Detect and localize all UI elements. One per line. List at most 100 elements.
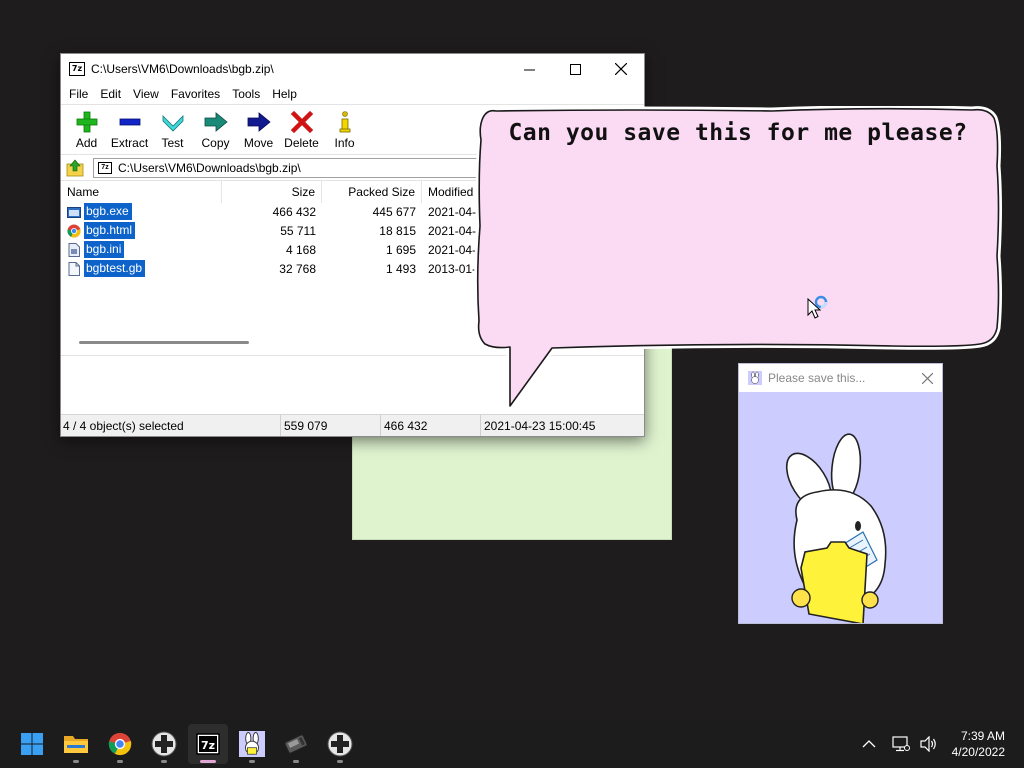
- file-packed-size: 1 695: [385, 242, 416, 257]
- bubble-message: Can you save this for me please?: [508, 120, 968, 146]
- minus-icon: [118, 110, 142, 134]
- taskbar-sevenzip[interactable]: 7z: [188, 724, 228, 764]
- menu-help[interactable]: Help: [266, 87, 303, 101]
- bunny-app-icon: [748, 371, 762, 385]
- system-tray: 7:39 AM 4/20/2022: [852, 720, 1024, 768]
- folder-up-button[interactable]: [65, 158, 85, 178]
- menu-file[interactable]: File: [63, 87, 94, 101]
- speaker-icon: [920, 736, 936, 752]
- file-name: bgbtest.gb: [84, 260, 146, 277]
- file-icon: [68, 261, 80, 276]
- add-button[interactable]: Add: [65, 108, 108, 150]
- popup-titlebar[interactable]: Please save this...: [739, 364, 942, 392]
- menu-favorites[interactable]: Favorites: [165, 87, 226, 101]
- copy-arrow-icon: [204, 110, 228, 134]
- clock-date: 4/20/2022: [951, 745, 1005, 759]
- gamepad-icon-2: [327, 731, 353, 757]
- file-size: 55 711: [280, 223, 316, 238]
- column-packed-size[interactable]: Packed Size: [322, 180, 422, 203]
- file-packed-size: 445 677: [372, 204, 416, 219]
- exe-icon: [67, 206, 81, 218]
- taskbar-cartridge-app[interactable]: [276, 724, 316, 764]
- taskbar-file-explorer[interactable]: [56, 724, 96, 764]
- copy-button[interactable]: Copy: [194, 108, 237, 150]
- chrome-icon: [108, 732, 132, 756]
- delete-button[interactable]: Delete: [280, 108, 323, 150]
- file-size: 4 168: [285, 242, 316, 257]
- menu-tools[interactable]: Tools: [226, 87, 266, 101]
- extract-label: Extract: [110, 136, 149, 150]
- clock[interactable]: 7:39 AM 4/20/2022: [952, 728, 1005, 760]
- column-name[interactable]: Name: [61, 180, 222, 203]
- file-name: bgb.exe: [84, 203, 132, 220]
- delete-label: Delete: [284, 136, 319, 150]
- sevenzip-icon: 7z: [196, 733, 220, 755]
- taskbar-chrome[interactable]: [100, 724, 140, 764]
- network-icon: [892, 736, 910, 752]
- status-total-size: 559 079: [281, 414, 381, 436]
- sevenzip-titlebar[interactable]: 7z C:\Users\VM6\Downloads\bgb.zip\: [61, 54, 644, 84]
- file-size: 466 432: [272, 204, 316, 219]
- address-text: C:\Users\VM6\Downloads\bgb.zip\: [118, 160, 301, 175]
- status-bar: 4 / 4 object(s) selected 559 079 466 432…: [61, 414, 644, 436]
- bunny-holding-folder-illustration: [785, 433, 887, 625]
- gameboy-cartridge-icon: [284, 734, 308, 754]
- start-windows-icon: [21, 733, 43, 755]
- menu-bar: File Edit View Favorites Tools Help: [61, 84, 644, 104]
- file-name: bgb.ini: [84, 241, 125, 258]
- svg-text:7z: 7z: [201, 739, 215, 752]
- extract-button[interactable]: Extract: [108, 108, 151, 150]
- close-button[interactable]: [598, 54, 644, 84]
- chevron-up-icon: [862, 740, 876, 748]
- maximize-button[interactable]: [552, 54, 598, 84]
- network-button[interactable]: [890, 733, 912, 755]
- taskbar: 7z 7:39 AM 4/20/2022: [0, 720, 1024, 768]
- info-icon: [333, 110, 357, 134]
- show-hidden-icons-button[interactable]: [858, 733, 880, 755]
- status-selected: 4 / 4 object(s) selected: [61, 414, 281, 436]
- volume-button[interactable]: [918, 733, 940, 755]
- folder-up-icon: [66, 159, 84, 176]
- test-button[interactable]: Test: [151, 108, 194, 150]
- menu-view[interactable]: View: [127, 87, 165, 101]
- bunny-popup-window: Please save this...: [738, 363, 943, 625]
- file-packed-size: 18 815: [379, 223, 416, 238]
- column-size[interactable]: Size: [222, 180, 322, 203]
- copy-label: Copy: [201, 136, 230, 150]
- chrome-doc-icon: [67, 224, 81, 237]
- bunny-app-icon: [239, 731, 265, 757]
- info-label: Info: [334, 136, 355, 150]
- close-icon: [615, 63, 627, 75]
- move-button[interactable]: Move: [237, 108, 280, 150]
- test-chevron-icon: [161, 110, 185, 134]
- start-button[interactable]: [12, 724, 52, 764]
- mouse-busy-cursor-icon: [807, 295, 828, 319]
- minimize-icon: [523, 69, 535, 70]
- archive-icon: 7z: [98, 161, 112, 174]
- close-icon: [921, 372, 933, 384]
- file-explorer-icon: [64, 736, 88, 753]
- popup-close-button[interactable]: [912, 364, 942, 392]
- test-label: Test: [161, 136, 184, 150]
- file-packed-size: 1 493: [385, 261, 416, 276]
- gamepad-icon: [151, 731, 177, 757]
- plus-icon: [75, 110, 99, 134]
- taskbar-bunny-app[interactable]: [232, 724, 272, 764]
- status-selected-size: 466 432: [381, 414, 481, 436]
- add-label: Add: [75, 136, 98, 150]
- maximize-icon: [569, 63, 581, 75]
- menu-edit[interactable]: Edit: [94, 87, 127, 101]
- clock-time: 7:39 AM: [960, 729, 1005, 743]
- taskbar-gamepad-app-2[interactable]: [320, 724, 360, 764]
- info-button[interactable]: Info: [323, 108, 366, 150]
- taskbar-gamepad-app[interactable]: [144, 724, 184, 764]
- scrollbar-thumb[interactable]: [79, 341, 249, 344]
- minimize-button[interactable]: [506, 54, 552, 84]
- ini-file-icon: [68, 242, 80, 257]
- popup-title: Please save this...: [768, 371, 866, 385]
- sevenzip-app-icon: 7z: [69, 62, 85, 76]
- address-input[interactable]: 7z C:\Users\VM6\Downloads\bgb.zip\: [93, 157, 483, 178]
- move-arrow-icon: [247, 110, 271, 134]
- move-label: Move: [243, 136, 274, 150]
- delete-x-icon: [290, 110, 314, 134]
